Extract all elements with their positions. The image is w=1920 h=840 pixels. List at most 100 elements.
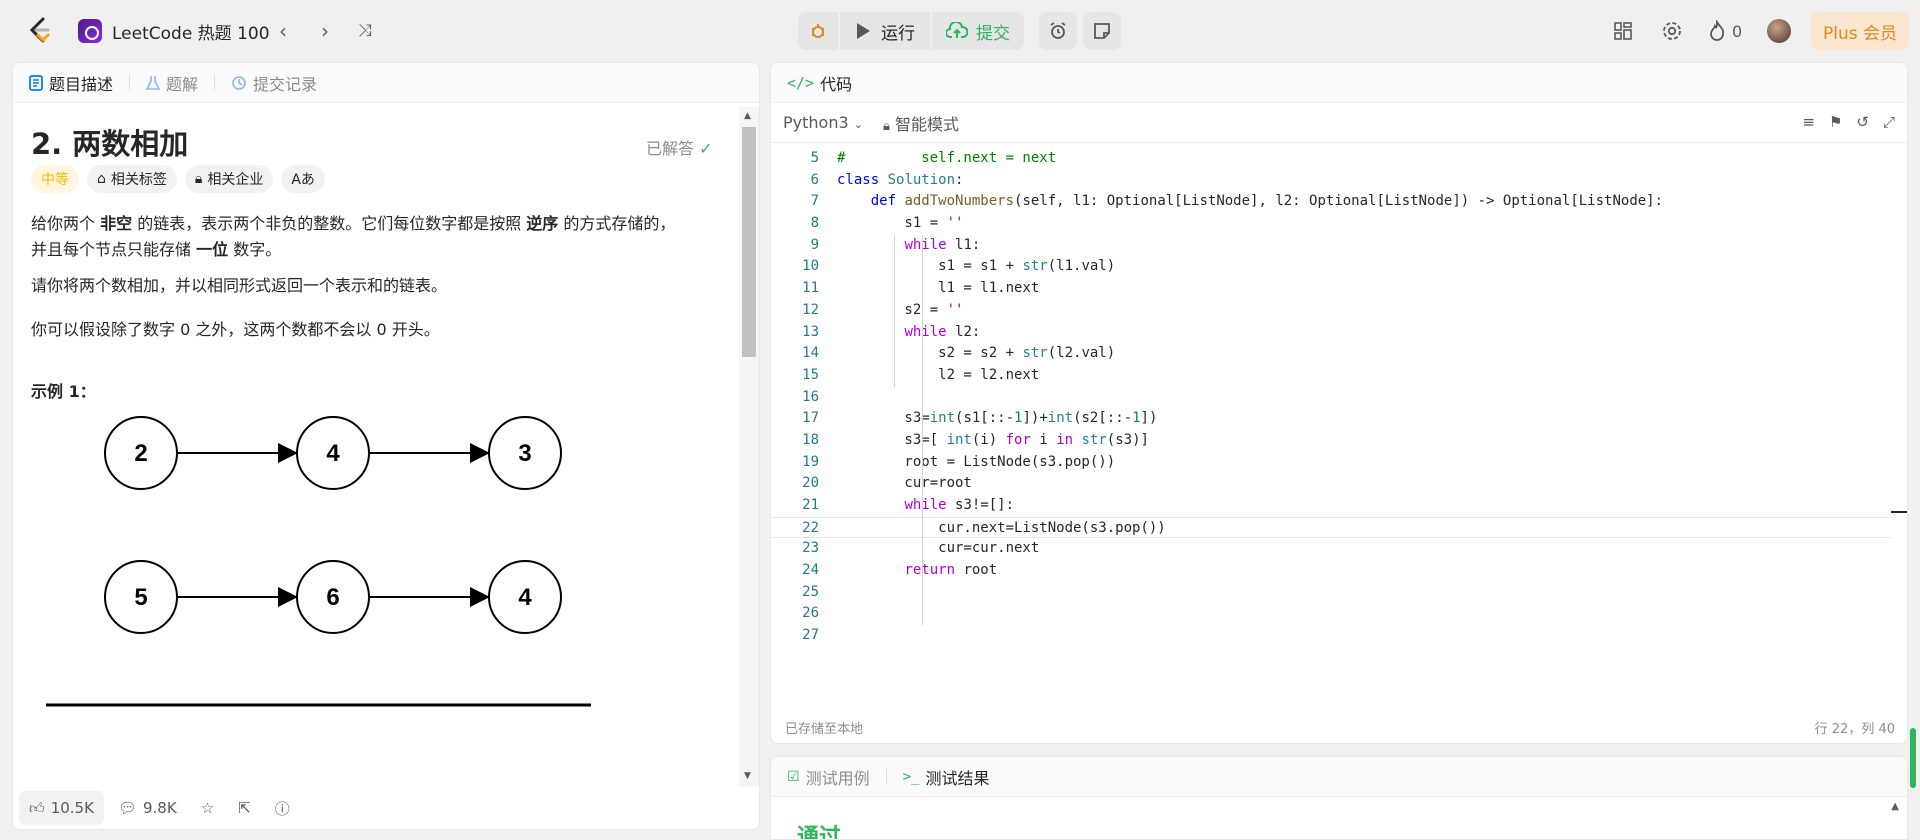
tab-solutions[interactable]: 题解	[146, 71, 198, 95]
streak-count: 0	[1732, 21, 1743, 41]
alarm-button[interactable]	[1039, 12, 1077, 50]
editor-actions: ≡ ⚑ ↺ ⤢	[1802, 113, 1895, 131]
test-tabs: ☑ 测试用例 >_ 测试结果	[771, 757, 1907, 797]
code-line[interactable]: 16	[771, 387, 1891, 409]
tab-submissions[interactable]: 提交记录	[231, 71, 317, 95]
line-number: 24	[802, 562, 819, 579]
code-line[interactable]: 15 l2 = l2.next	[771, 365, 1891, 387]
code-line[interactable]: 26	[771, 603, 1891, 625]
streak-counter[interactable]: 0	[1708, 18, 1742, 44]
debug-button[interactable]	[798, 12, 838, 50]
related-topics-tag[interactable]: ⌂ 相关标签	[87, 165, 177, 193]
code-line[interactable]: 25	[771, 582, 1891, 604]
plus-member-button[interactable]: Plus 会员	[1811, 12, 1909, 50]
tab-divider	[885, 768, 887, 785]
line-number: 25	[802, 583, 819, 600]
code-line[interactable]: 11 l1 = l1.next	[771, 278, 1891, 300]
smart-mode-label: 智能模式	[894, 114, 959, 134]
text: 的方式存储的，	[558, 214, 676, 233]
code-line[interactable]: 9 while l1:	[771, 235, 1891, 257]
problem-list-title[interactable]: LeetCode 热题 100	[112, 19, 270, 44]
code-scrollbar[interactable]	[1893, 148, 1907, 708]
code-text: s2 = s2 + str(l2.val)	[837, 345, 1116, 362]
scroll-down-icon[interactable]: ▼	[744, 771, 751, 781]
tab-test-cases[interactable]: ☑ 测试用例	[787, 765, 870, 789]
code-line[interactable]: 22 cur.next=ListNode(s3.pop())	[771, 516, 1891, 539]
code-line[interactable]: 12 s2 = ''	[771, 300, 1891, 322]
shuffle-icon[interactable]: ⤨	[354, 20, 376, 42]
text: 给你两个	[31, 214, 101, 233]
like-button[interactable]: 👍︎ 10.5K	[19, 791, 104, 825]
fullscreen-icon[interactable]: ⤢	[1883, 113, 1895, 131]
favorite-button[interactable]: ☆	[191, 791, 224, 825]
node-value: 2	[134, 440, 147, 467]
line-number: 9	[810, 236, 819, 253]
tab-divider	[129, 74, 131, 91]
help-button[interactable]: ⓘ	[265, 791, 300, 825]
play-icon	[857, 23, 870, 39]
thumbs-up-icon: 👍︎	[29, 798, 45, 817]
code-line[interactable]: 6 class Solution:	[771, 170, 1891, 192]
scroll-thumb[interactable]	[742, 127, 756, 357]
code-toolbar: Python3 ⌄ 🔒︎ 智能模式 ≡ ⚑ ↺ ⤢	[771, 103, 1907, 143]
code-line[interactable]: 21 while s3!=[]:	[771, 495, 1891, 517]
resize-handle[interactable]	[1910, 728, 1916, 788]
code-line[interactable]: 23 cur=cur.next	[771, 538, 1891, 560]
description-footer: 👍︎ 10.5K 💬︎ 9.8K ☆ ⇱ ⓘ	[13, 785, 759, 829]
note-button[interactable]	[1083, 12, 1121, 50]
bookmark-icon[interactable]: ⚑	[1829, 113, 1842, 131]
tab-description[interactable]: 题目描述	[29, 71, 113, 95]
submit-button[interactable]: 提交	[932, 12, 1024, 50]
solved-label: 已解答	[646, 139, 695, 158]
smart-mode-toggle[interactable]: 🔒︎ 智能模式	[883, 111, 959, 135]
line-number: 26	[802, 605, 819, 622]
code-line[interactable]: 5 # self.next = next	[771, 148, 1891, 170]
code-line[interactable]: 24 return root	[771, 560, 1891, 582]
code-line[interactable]: 13 while l2:	[771, 322, 1891, 344]
avatar[interactable]	[1767, 19, 1791, 43]
settings-gear-icon[interactable]	[1661, 18, 1683, 44]
leetcode-logo-icon[interactable]	[24, 15, 54, 45]
comment-count: 9.8K	[142, 799, 177, 817]
code-line[interactable]: 7 def addTwoNumbers(self, l1: Optional[L…	[771, 191, 1891, 213]
tab-test-results[interactable]: >_ 测试结果	[903, 765, 990, 789]
scroll-up-icon[interactable]: ▲	[1891, 801, 1899, 812]
code-line[interactable]: 19 root = ListNode(s3.pop())	[771, 452, 1891, 474]
problem-list-icon[interactable]	[78, 19, 102, 43]
code-editor[interactable]: 5 # self.next = next 6 class Solution: 7 def…	[771, 148, 1891, 708]
tab-divider	[214, 74, 216, 91]
share-button[interactable]: ⇱	[228, 791, 261, 825]
document-icon	[29, 74, 43, 91]
code-line[interactable]: 14 s2 = s2 + str(l2.val)	[771, 343, 1891, 365]
translate-tag[interactable]: Aあ	[281, 165, 325, 193]
code-line[interactable]: 27	[771, 625, 1891, 647]
code-text: class Solution:	[837, 171, 964, 188]
code-line[interactable]: 18 s3=[ int(i) for i in str(s3)]	[771, 430, 1891, 452]
code-footer: 已存储至本地 行 22，列 40	[771, 709, 1907, 743]
code-line[interactable]: 10 s1 = s1 + str(l1.val)	[771, 256, 1891, 278]
scroll-up-icon[interactable]: ▲	[744, 111, 751, 121]
code-line[interactable]: 8 s1 = ''	[771, 213, 1891, 235]
related-companies-tag[interactable]: 🔒︎ 相关企业	[184, 165, 274, 193]
code-line[interactable]: 20 cur=root	[771, 473, 1891, 495]
comments-button[interactable]: 💬︎ 9.8K	[108, 791, 187, 825]
next-problem-icon[interactable]: ›	[314, 20, 336, 42]
tab-description-label: 题目描述	[49, 74, 114, 94]
language-select[interactable]: Python3 ⌄	[783, 113, 863, 132]
code-text: cur.next=ListNode(s3.pop())	[837, 519, 1166, 536]
external-link-icon: ⇱	[238, 799, 251, 817]
comment-icon: 💬︎	[117, 799, 137, 817]
layout-icon[interactable]	[1613, 18, 1633, 44]
line-number: 23	[802, 540, 819, 557]
code-text: l2 = l2.next	[837, 366, 1040, 383]
note-icon	[1094, 23, 1110, 39]
description-scrollbar[interactable]: ▲ ▼	[739, 107, 759, 787]
format-icon[interactable]: ≡	[1802, 113, 1815, 131]
code-line[interactable]: 17 s3=int(s1[::-1])+int(s2[::-1])	[771, 408, 1891, 430]
run-button[interactable]: 运行	[840, 12, 930, 50]
prev-problem-icon[interactable]: ‹	[272, 20, 294, 42]
difficulty-badge[interactable]: 中等	[31, 165, 79, 193]
reset-icon[interactable]: ↺	[1856, 113, 1869, 131]
